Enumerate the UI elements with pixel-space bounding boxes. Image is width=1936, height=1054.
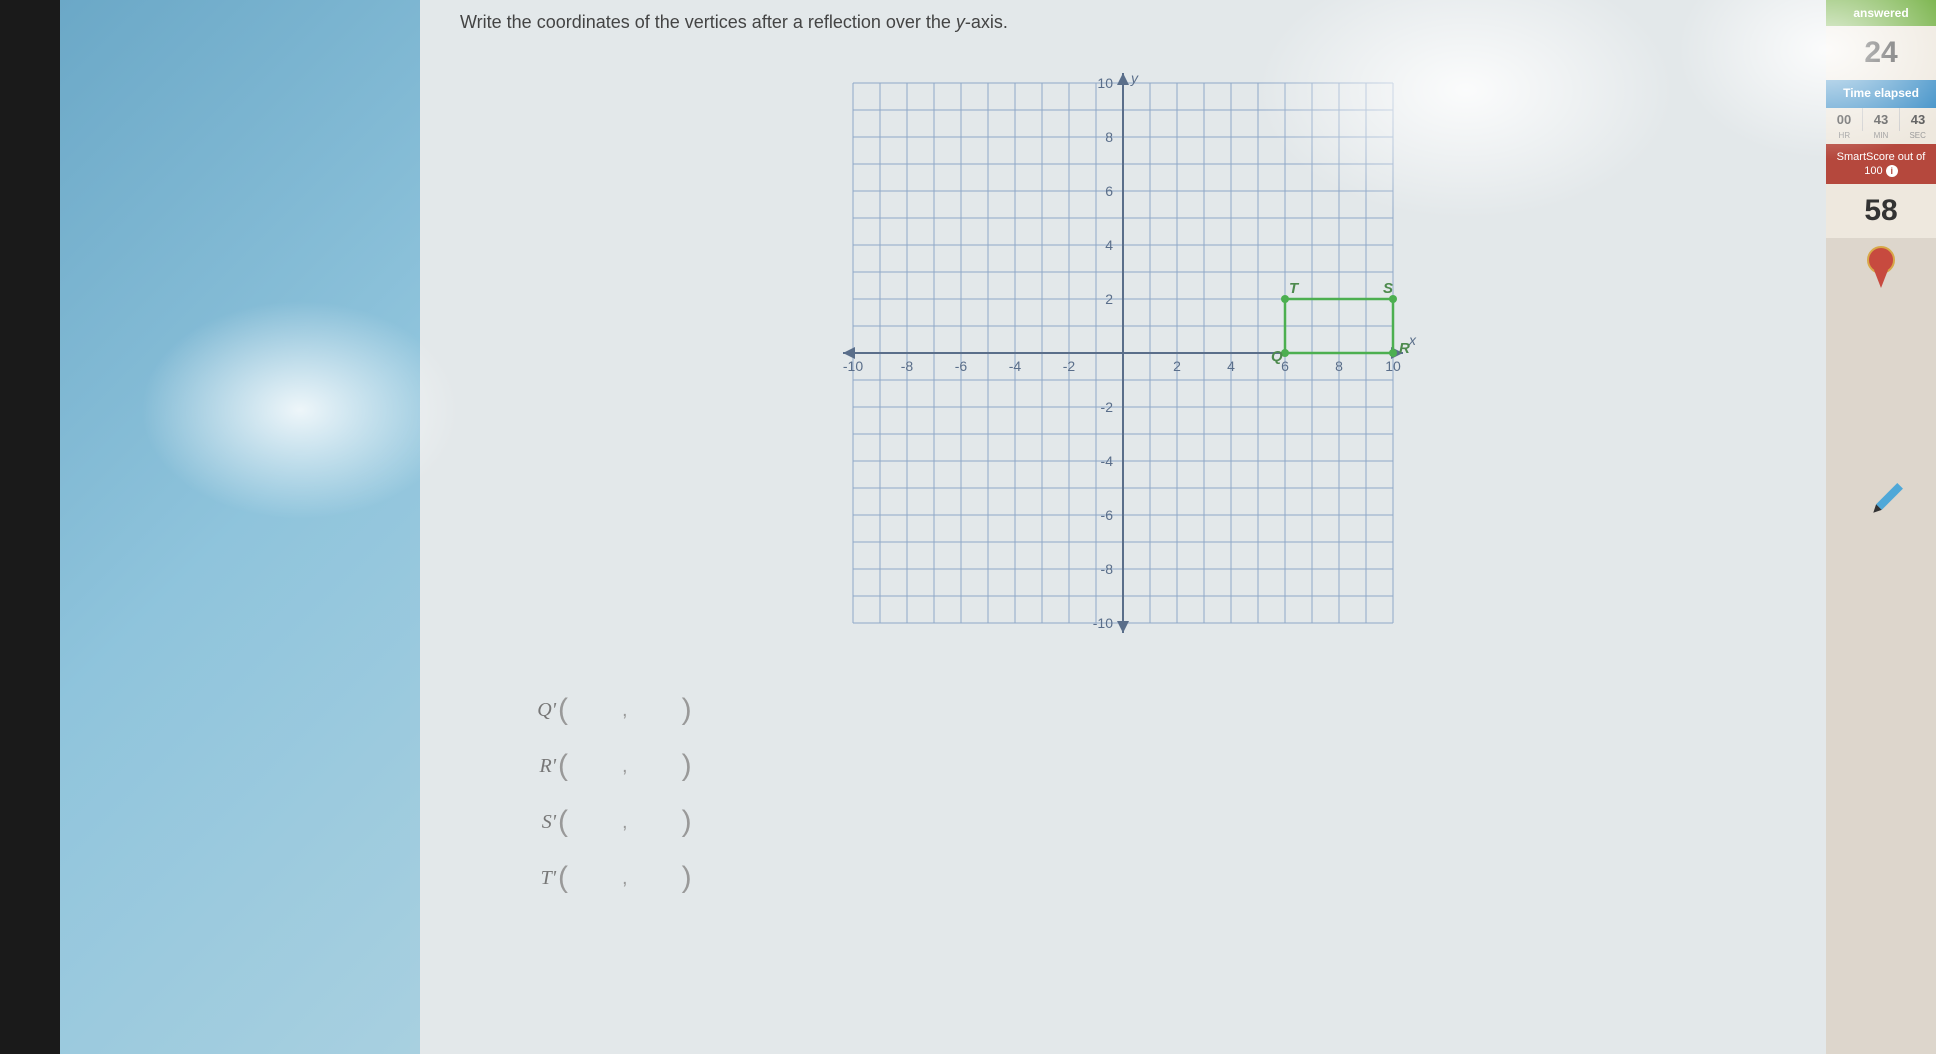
answer-row-s: S' ( , ) xyxy=(530,805,1806,839)
coordinate-graph: -10 -8 -6 -4 -2 2 4 6 8 10 10 8 6 4 2 -2… xyxy=(823,53,1423,653)
svg-text:4: 4 xyxy=(1227,358,1235,374)
time-elapsed-value: 00 43 43 xyxy=(1826,108,1936,131)
svg-text:-10: -10 xyxy=(843,358,863,374)
time-elapsed-label: Time elapsed xyxy=(1826,80,1936,108)
answer-q-y[interactable] xyxy=(632,697,680,723)
answer-label: R' xyxy=(530,755,556,778)
svg-text:y: y xyxy=(1130,70,1139,86)
question-axis: y xyxy=(956,12,965,32)
svg-text:-8: -8 xyxy=(1101,561,1114,577)
svg-text:10: 10 xyxy=(1097,75,1113,91)
time-unit-labels: HR MIN SEC xyxy=(1826,131,1936,144)
svg-text:-2: -2 xyxy=(1063,358,1076,374)
question-text: Write the coordinates of the vertices af… xyxy=(460,0,1806,33)
info-icon[interactable]: i xyxy=(1886,165,1898,177)
answer-q-x[interactable] xyxy=(570,697,618,723)
answer-label: Q' xyxy=(530,699,556,722)
svg-text:T: T xyxy=(1289,280,1300,297)
svg-text:8: 8 xyxy=(1335,358,1343,374)
paren-close: ) xyxy=(680,693,694,727)
left-panel xyxy=(60,0,420,1054)
left-bezel xyxy=(0,0,60,1054)
answer-inputs: Q' ( , ) R' ( , ) S' ( , ) T' ( , xyxy=(530,693,1806,895)
answer-s-x[interactable] xyxy=(570,809,618,835)
svg-text:-6: -6 xyxy=(1101,507,1114,523)
answered-count: 24 xyxy=(1826,26,1936,80)
answer-r-x[interactable] xyxy=(570,753,618,779)
svg-text:-2: -2 xyxy=(1101,399,1114,415)
smartscore-label: SmartScore out of 100 i xyxy=(1826,144,1936,185)
svg-text:8: 8 xyxy=(1105,129,1113,145)
answer-row-t: T' ( , ) xyxy=(530,861,1806,895)
svg-text:-6: -6 xyxy=(955,358,968,374)
svg-text:2: 2 xyxy=(1105,291,1113,307)
svg-text:10: 10 xyxy=(1385,358,1401,374)
answer-r-y[interactable] xyxy=(632,753,680,779)
answer-t-y[interactable] xyxy=(632,865,680,891)
answer-s-y[interactable] xyxy=(632,809,680,835)
svg-text:-8: -8 xyxy=(901,358,914,374)
answer-row-r: R' ( , ) xyxy=(530,749,1806,783)
pencil-icon[interactable] xyxy=(1858,472,1915,529)
answer-label: S' xyxy=(530,811,556,834)
sidebar: answered 24 Time elapsed 00 43 43 HR MIN… xyxy=(1826,0,1936,1054)
svg-text:-4: -4 xyxy=(1009,358,1022,374)
svg-text:Q: Q xyxy=(1271,348,1283,365)
paren-open: ( xyxy=(556,693,570,727)
svg-text:4: 4 xyxy=(1105,237,1113,253)
answer-label: T' xyxy=(530,867,556,890)
svg-text:-10: -10 xyxy=(1093,615,1113,631)
answered-label: answered xyxy=(1826,0,1936,26)
time-min: 43 xyxy=(1863,108,1900,131)
question-prefix: Write the coordinates of the vertices af… xyxy=(460,12,956,32)
question-suffix: -axis. xyxy=(965,12,1008,32)
svg-text:R: R xyxy=(1399,340,1410,357)
time-sec: 43 xyxy=(1900,108,1936,131)
svg-text:S: S xyxy=(1383,280,1393,297)
svg-text:-4: -4 xyxy=(1101,453,1114,469)
svg-text:2: 2 xyxy=(1173,358,1181,374)
smartscore-value: 58 xyxy=(1826,184,1936,238)
main-content: Write the coordinates of the vertices af… xyxy=(420,0,1826,1054)
svg-text:6: 6 xyxy=(1105,183,1113,199)
time-hr: 00 xyxy=(1826,108,1863,131)
ribbon-icon xyxy=(1866,246,1896,291)
answer-row-q: Q' ( , ) xyxy=(530,693,1806,727)
answer-t-x[interactable] xyxy=(570,865,618,891)
comma: , xyxy=(618,699,632,722)
